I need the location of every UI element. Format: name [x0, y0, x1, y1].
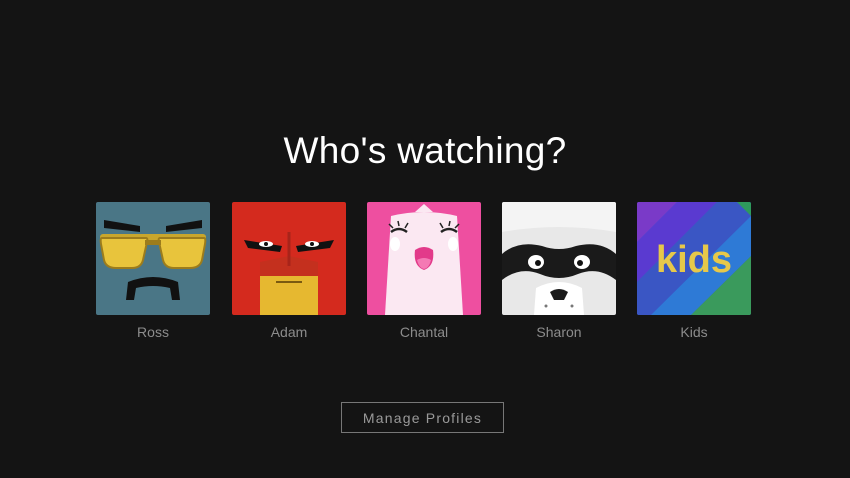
profile-name: Kids [680, 324, 708, 340]
profile-adam[interactable]: Adam [232, 202, 346, 340]
profile-name: Ross [137, 324, 169, 340]
kids-logo-text: kids [656, 239, 732, 281]
raccoon-mask-icon[interactable] [502, 202, 616, 315]
profile-chantal[interactable]: Chantal [367, 202, 481, 340]
profile-name: Sharon [536, 324, 582, 340]
red-masked-hero-icon[interactable] [232, 202, 346, 315]
profile-name: Chantal [399, 324, 449, 340]
profile-ross[interactable]: Ross [96, 202, 210, 340]
profile-sharon[interactable]: Sharon [502, 202, 616, 340]
pink-happy-face-icon[interactable] [367, 202, 481, 315]
page-title: Who's watching? [283, 130, 567, 171]
kids-logo-icon[interactable]: kids [637, 202, 751, 315]
profile-name: Adam [270, 324, 308, 340]
manage-profiles-button[interactable]: Manage Profiles [341, 402, 504, 433]
sunglasses-mustache-icon[interactable] [96, 202, 210, 315]
profile-kids[interactable]: kids Kids [637, 202, 751, 340]
